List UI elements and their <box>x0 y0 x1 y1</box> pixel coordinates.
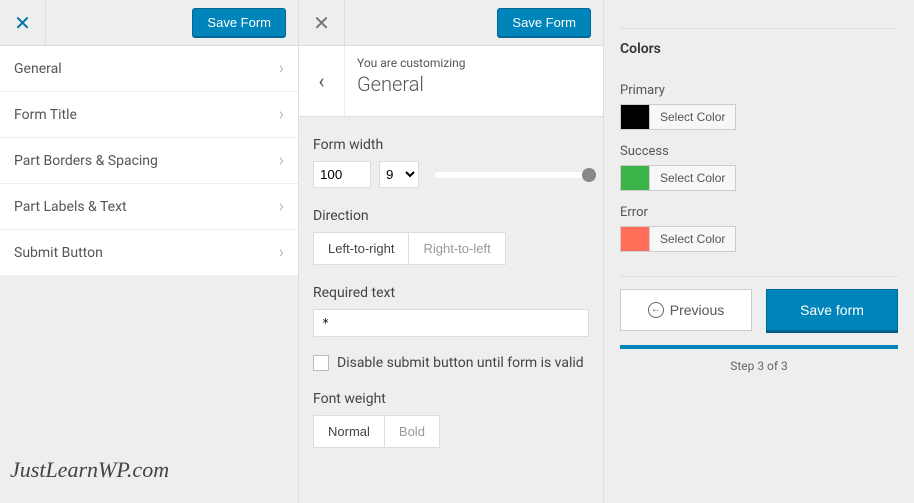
customizing-text: You are customizing <box>357 56 591 70</box>
save-form-button[interactable]: Save Form <box>192 8 286 37</box>
menu-label: Part Labels & Text <box>14 199 127 215</box>
form-width-input[interactable] <box>313 161 371 188</box>
previous-button[interactable]: ← Previous <box>620 289 752 331</box>
menu-label: Submit Button <box>14 245 103 261</box>
watermark: JustLearnWP.com <box>10 457 169 483</box>
chevron-right-icon: › <box>279 242 284 263</box>
select-color-button[interactable]: Select Color <box>650 226 736 252</box>
panel1-header: ✕ Save Form <box>0 0 298 46</box>
direction-rtl[interactable]: Right-to-left <box>409 233 504 264</box>
chevron-right-icon: › <box>279 150 284 171</box>
chevron-right-icon: › <box>279 196 284 217</box>
menu-label: General <box>14 61 62 77</box>
form-width-slider[interactable] <box>435 172 589 178</box>
arrow-left-icon: ← <box>648 302 664 318</box>
menu-item-submit[interactable]: Submit Button › <box>0 230 298 276</box>
menu-label: Part Borders & Spacing <box>14 153 158 169</box>
panel2-header: ✕ Save Form <box>299 0 603 46</box>
form-controls: Form width 9 Direction Left-to-right Rig… <box>299 117 603 462</box>
checkbox-icon[interactable] <box>313 355 329 371</box>
menu-item-labels[interactable]: Part Labels & Text › <box>0 184 298 230</box>
required-label: Required text <box>313 285 589 301</box>
direction-label: Direction <box>313 208 589 224</box>
font-weight-bold[interactable]: Bold <box>385 416 439 447</box>
section-menu: General › Form Title › Part Borders & Sp… <box>0 46 298 276</box>
section-title: General <box>357 72 591 96</box>
chevron-right-icon: › <box>279 58 284 79</box>
error-label: Error <box>620 205 898 220</box>
disable-submit-row[interactable]: Disable submit button until form is vali… <box>313 355 589 371</box>
direction-ltr[interactable]: Left-to-right <box>314 233 409 264</box>
select-color-button[interactable]: Select Color <box>650 104 736 130</box>
save-form-button-primary[interactable]: Save form <box>766 289 898 331</box>
form-width-unit-select[interactable]: 9 <box>379 161 419 188</box>
font-weight-group: Normal Bold <box>313 415 440 448</box>
colors-title: Colors <box>620 28 898 57</box>
form-width-label: Form width <box>313 137 589 153</box>
close-icon[interactable]: ✕ <box>299 0 345 46</box>
step-indicator: Step 3 of 3 <box>620 359 898 373</box>
font-weight-normal[interactable]: Normal <box>314 416 385 447</box>
font-weight-label: Font weight <box>313 391 589 407</box>
save-form-button[interactable]: Save Form <box>497 8 591 37</box>
back-icon[interactable]: ‹ <box>299 46 345 116</box>
direction-group: Left-to-right Right-to-left <box>313 232 506 265</box>
chevron-right-icon: › <box>279 104 284 125</box>
required-text-input[interactable] <box>313 309 589 337</box>
slider-handle[interactable] <box>582 168 596 182</box>
success-swatch[interactable] <box>620 165 650 191</box>
previous-label: Previous <box>670 302 724 318</box>
primary-label: Primary <box>620 83 898 98</box>
select-color-button[interactable]: Select Color <box>650 165 736 191</box>
progress-bar <box>620 345 898 349</box>
primary-swatch[interactable] <box>620 104 650 130</box>
close-icon[interactable]: ✕ <box>0 0 46 46</box>
customizer-main-panel: ✕ Save Form General › Form Title › Part … <box>0 0 299 503</box>
colors-panel: Colors Primary Select Color Success Sele… <box>604 0 914 503</box>
success-label: Success <box>620 144 898 159</box>
menu-item-general[interactable]: General › <box>0 46 298 92</box>
menu-item-form-title[interactable]: Form Title › <box>0 92 298 138</box>
menu-label: Form Title <box>14 107 77 123</box>
error-swatch[interactable] <box>620 226 650 252</box>
customizer-section-panel: ✕ Save Form ‹ You are customizing Genera… <box>299 0 604 503</box>
section-header: ‹ You are customizing General <box>299 46 603 117</box>
menu-item-borders[interactable]: Part Borders & Spacing › <box>0 138 298 184</box>
disable-submit-label: Disable submit button until form is vali… <box>337 355 584 371</box>
